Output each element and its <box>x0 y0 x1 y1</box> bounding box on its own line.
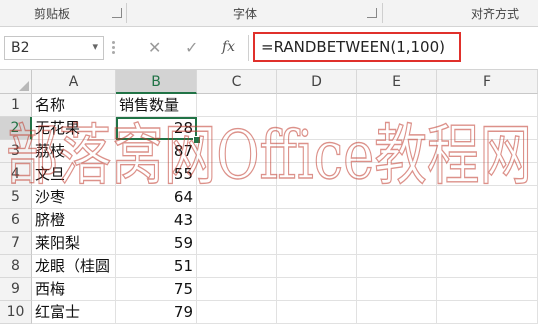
formula-bar-divider <box>248 35 249 61</box>
column-header-c[interactable]: C <box>197 70 277 94</box>
cell-e3[interactable] <box>357 140 437 163</box>
cell-c1[interactable] <box>197 94 277 117</box>
cell-e9[interactable] <box>357 278 437 301</box>
cell-c7[interactable] <box>197 232 277 255</box>
cell-f2[interactable] <box>437 117 538 140</box>
column-header-e[interactable]: E <box>357 70 437 94</box>
name-box-value: B2 <box>11 40 30 56</box>
cell-d1[interactable] <box>277 94 357 117</box>
cell-d5[interactable] <box>277 186 357 209</box>
fill-handle[interactable] <box>193 136 201 144</box>
cell-e1[interactable] <box>357 94 437 117</box>
cell-e6[interactable] <box>357 209 437 232</box>
row-header[interactable]: 2 <box>0 117 32 140</box>
cell-c9[interactable] <box>197 278 277 301</box>
cell-f5[interactable] <box>437 186 538 209</box>
cell-f4[interactable] <box>437 163 538 186</box>
cell-a3[interactable]: 荔枝 <box>32 140 116 163</box>
cell-d7[interactable] <box>277 232 357 255</box>
cell-d4[interactable] <box>277 163 357 186</box>
cell-b3[interactable]: 87 <box>116 140 197 163</box>
cell-e8[interactable] <box>357 255 437 278</box>
cell-b9[interactable]: 75 <box>116 278 197 301</box>
cell-d3[interactable] <box>277 140 357 163</box>
cell-a9[interactable]: 西梅 <box>32 278 116 301</box>
cell-b7[interactable]: 59 <box>116 232 197 255</box>
cell-f9[interactable] <box>437 278 538 301</box>
ribbon-divider <box>126 3 127 23</box>
cell-a8[interactable]: 龙眼（桂圆 <box>32 255 116 278</box>
cell-c3[interactable] <box>197 140 277 163</box>
cell-c2[interactable] <box>197 117 277 140</box>
cell-c8[interactable] <box>197 255 277 278</box>
cell-b4[interactable]: 55 <box>116 163 197 186</box>
cell-f3[interactable] <box>437 140 538 163</box>
cell-a6[interactable]: 脐橙 <box>32 209 116 232</box>
row-header[interactable]: 4 <box>0 163 32 186</box>
cell-c10[interactable] <box>197 301 277 324</box>
row-header[interactable]: 5 <box>0 186 32 209</box>
ribbon-group-labels: 剪贴板 字体 对齐方式 <box>0 0 538 27</box>
cell-e7[interactable] <box>357 232 437 255</box>
cell-b5[interactable]: 64 <box>116 186 197 209</box>
column-header-b[interactable]: B <box>116 70 197 94</box>
cell-a2[interactable]: 无花果 <box>32 117 116 140</box>
cell-f10[interactable] <box>437 301 538 324</box>
cancel-icon[interactable]: ✕ <box>148 38 161 57</box>
cell-f6[interactable] <box>437 209 538 232</box>
cell-a7[interactable]: 莱阳梨 <box>32 232 116 255</box>
cell-b1[interactable]: 销售数量 <box>116 94 197 117</box>
cell-c5[interactable] <box>197 186 277 209</box>
cell-e10[interactable] <box>357 301 437 324</box>
cell-e2[interactable] <box>357 117 437 140</box>
alignment-group-label: 对齐方式 <box>471 7 520 21</box>
row-header[interactable]: 1 <box>0 94 32 117</box>
formula-bar-resize-handle[interactable] <box>112 41 116 55</box>
select-all-button[interactable] <box>0 70 32 94</box>
formula-input[interactable]: =RANDBETWEEN(1,100) <box>253 32 461 62</box>
cell-e4[interactable] <box>357 163 437 186</box>
column-header-f[interactable]: F <box>437 70 538 94</box>
font-dialog-launcher-icon[interactable] <box>367 8 377 18</box>
ribbon-divider <box>382 3 383 23</box>
cell-b6[interactable]: 43 <box>116 209 197 232</box>
cell-f8[interactable] <box>437 255 538 278</box>
cell-f1[interactable] <box>437 94 538 117</box>
cell-c4[interactable] <box>197 163 277 186</box>
formula-bar: B2 ▾ ✕ ✓ fx =RANDBETWEEN(1,100) <box>0 27 538 70</box>
cell-a1[interactable]: 名称 <box>32 94 116 117</box>
column-header-a[interactable]: A <box>32 70 116 94</box>
clipboard-group-label: 剪贴板 <box>34 7 71 21</box>
cell-b2[interactable]: 28 <box>116 117 197 140</box>
cell-c6[interactable] <box>197 209 277 232</box>
row-header[interactable]: 10 <box>0 301 32 324</box>
row-header[interactable]: 3 <box>0 140 32 163</box>
cell-b10[interactable]: 79 <box>116 301 197 324</box>
cell-e5[interactable] <box>357 186 437 209</box>
chevron-down-icon[interactable]: ▾ <box>92 40 98 53</box>
cell-d8[interactable] <box>277 255 357 278</box>
enter-icon[interactable]: ✓ <box>185 38 198 57</box>
cell-d2[interactable] <box>277 117 357 140</box>
cell-a10[interactable]: 红富士 <box>32 301 116 324</box>
cell-f7[interactable] <box>437 232 538 255</box>
row-header[interactable]: 6 <box>0 209 32 232</box>
cell-d10[interactable] <box>277 301 357 324</box>
name-box[interactable]: B2 ▾ <box>4 36 104 60</box>
row-header[interactable]: 8 <box>0 255 32 278</box>
cell-d9[interactable] <box>277 278 357 301</box>
column-header-d[interactable]: D <box>277 70 357 94</box>
insert-function-icon[interactable]: fx <box>222 39 235 55</box>
clipboard-dialog-launcher-icon[interactable] <box>112 8 122 18</box>
cell-d6[interactable] <box>277 209 357 232</box>
font-group-label: 字体 <box>233 7 258 21</box>
row-header[interactable]: 9 <box>0 278 32 301</box>
cell-a5[interactable]: 沙枣 <box>32 186 116 209</box>
row-header[interactable]: 7 <box>0 232 32 255</box>
cell-b8[interactable]: 51 <box>116 255 197 278</box>
cell-a4[interactable]: 文旦 <box>32 163 116 186</box>
